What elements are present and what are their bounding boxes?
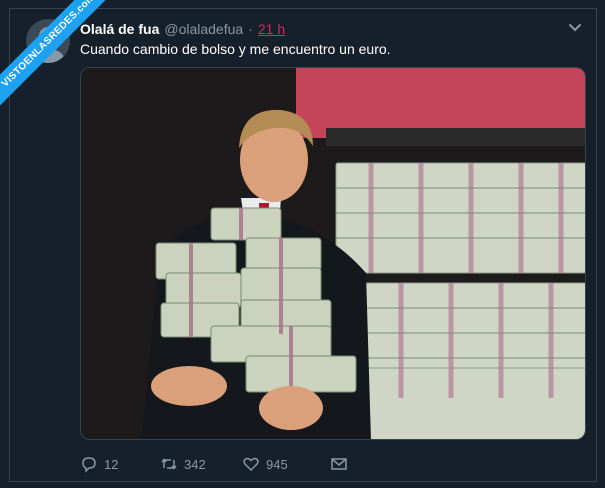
photo-illustration (81, 68, 585, 439)
reply-action[interactable]: 12 (80, 455, 160, 473)
message-icon (331, 458, 347, 470)
message-action[interactable] (330, 455, 348, 473)
tweet-header: Olalá de fua @olaladefua · 21 h (80, 21, 285, 37)
like-icon (243, 457, 259, 472)
like-action[interactable]: 945 (242, 455, 330, 473)
reply-count: 12 (104, 456, 119, 472)
like-count: 945 (266, 456, 288, 472)
tweet-text: Cuando cambio de bolso y me encuentro un… (80, 41, 391, 57)
retweet-icon (161, 458, 177, 470)
chevron-down-icon[interactable] (568, 21, 582, 35)
tweet-timestamp[interactable]: 21 h (258, 21, 285, 37)
author-name[interactable]: Olalá de fua (80, 21, 159, 37)
retweet-action[interactable]: 342 (160, 455, 242, 473)
tweet-photo[interactable] (80, 67, 586, 440)
separator-dot: · (248, 21, 253, 37)
tweet-actions: 12 342 945 (80, 455, 348, 473)
tweet-card: Olalá de fua @olaladefua · 21 h Cuando c… (9, 8, 597, 482)
retweet-count: 342 (184, 456, 206, 472)
reply-icon (82, 457, 96, 473)
author-handle[interactable]: @olaladefua (164, 21, 243, 37)
